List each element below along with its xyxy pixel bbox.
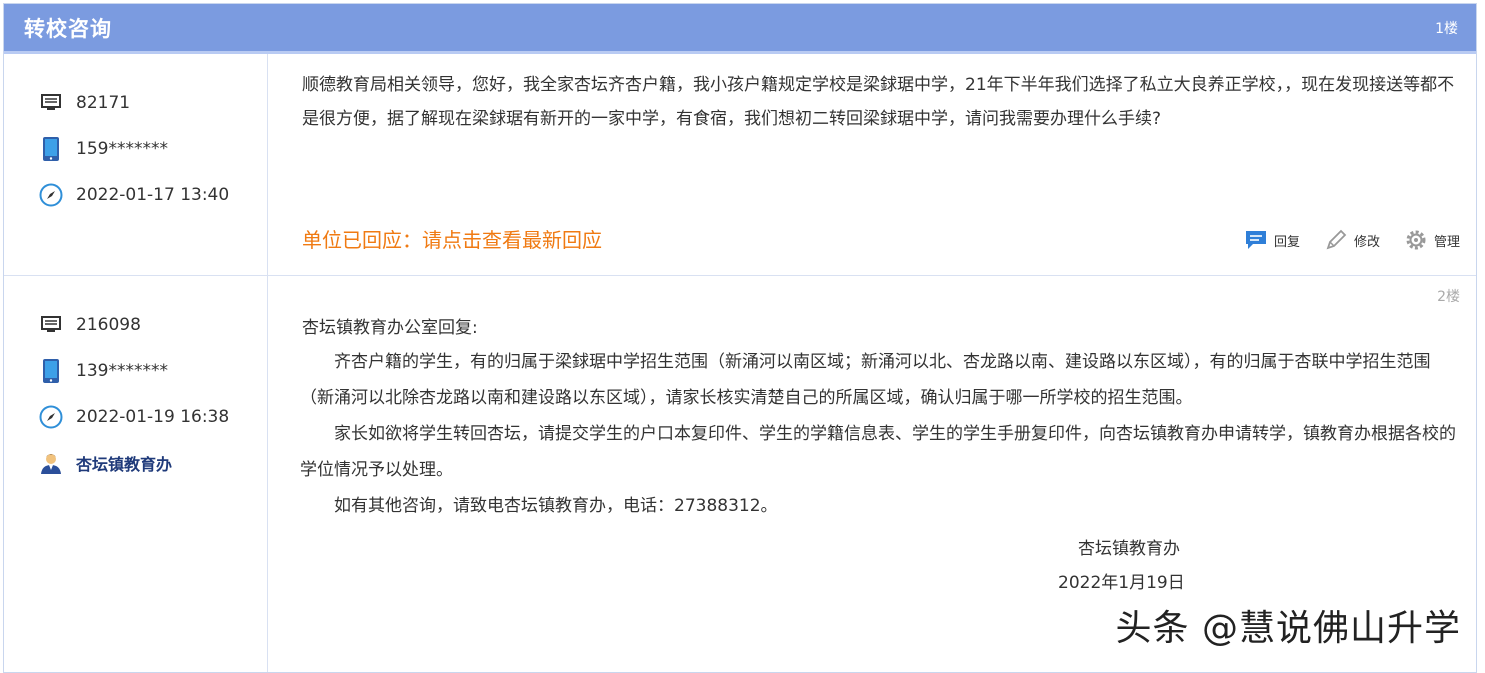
thread-header: 转校咨询 1楼 xyxy=(4,4,1476,54)
compass-icon xyxy=(38,404,64,430)
phone-icon xyxy=(38,136,64,162)
reply-signature: 杏坛镇教育办 xyxy=(302,532,1462,566)
meta-phone: 139******* xyxy=(38,348,267,394)
edit-icon xyxy=(1324,228,1348,252)
post-datetime: 2022-01-17 13:40 xyxy=(76,185,229,205)
reply-signature-date: 2022年1月19日 xyxy=(302,566,1462,600)
floor-number: 2楼 xyxy=(1437,286,1460,306)
poster-id: 82171 xyxy=(76,93,130,113)
reply-heading: 杏坛镇教育办公室回复: xyxy=(302,312,1462,344)
reply-label: 回复 xyxy=(1274,231,1300,250)
post-question: 82171 159******* 2022-01-17 13:40 顺德教育局相… xyxy=(4,54,1476,276)
replier-phone: 139******* xyxy=(76,361,168,381)
meta-phone: 159******* xyxy=(38,126,267,172)
gear-icon xyxy=(1404,228,1428,252)
monitor-icon xyxy=(38,312,64,338)
reply-paragraph: 如有其他咨询，请致电杏坛镇教育办，电话：27388312。 xyxy=(300,488,1462,524)
monitor-icon xyxy=(38,90,64,116)
edit-label: 修改 xyxy=(1354,231,1380,250)
manage-label: 管理 xyxy=(1434,231,1460,250)
replier-id: 216098 xyxy=(76,315,141,335)
latest-response-link[interactable]: 单位已回应：请点击查看最新回应 xyxy=(302,224,602,253)
phone-icon xyxy=(38,358,64,384)
meta-id: 82171 xyxy=(38,80,267,126)
meta-department: 杏坛镇教育办 xyxy=(38,440,267,486)
question-text: 顺德教育局相关领导，您好，我全家杏坛齐杏户籍，我小孩户籍规定学校是梁銶琚中学，2… xyxy=(302,68,1458,136)
reply-meta: 216098 139******* 2022-01-19 16:38 杏坛镇教育… xyxy=(4,276,268,673)
compass-icon xyxy=(38,182,64,208)
meta-datetime: 2022-01-19 16:38 xyxy=(38,394,267,440)
poster-phone: 159******* xyxy=(76,139,168,159)
floor-number: 1楼 xyxy=(1435,18,1458,38)
department-name: 杏坛镇教育办 xyxy=(76,451,172,475)
reply-button[interactable]: 回复 xyxy=(1244,229,1300,251)
reply-paragraph: 家长如欲将学生转回杏坛，请提交学生的户口本复印件、学生的学籍信息表、学生的学生手… xyxy=(300,416,1462,488)
thread-title: 转校咨询 xyxy=(24,13,112,43)
post-meta: 82171 159******* 2022-01-17 13:40 xyxy=(4,54,268,275)
manage-button[interactable]: 管理 xyxy=(1404,228,1460,252)
edit-button[interactable]: 修改 xyxy=(1324,228,1380,252)
user-icon xyxy=(38,450,64,476)
consultation-thread: 转校咨询 1楼 82171 159******* 2022-01-17 xyxy=(3,3,1477,673)
meta-datetime: 2022-01-17 13:40 xyxy=(38,172,267,218)
watermark: 头条 @慧说佛山升学 xyxy=(1116,599,1461,651)
reply-datetime: 2022-01-19 16:38 xyxy=(76,407,229,427)
post-actions: 回复 修改 管理 xyxy=(1220,228,1460,252)
post-content: 顺德教育局相关领导，您好，我全家杏坛齐杏户籍，我小孩户籍规定学校是梁銶琚中学，2… xyxy=(268,54,1476,275)
meta-id: 216098 xyxy=(38,302,267,348)
reply-icon xyxy=(1244,229,1268,251)
reply-paragraph: 齐杏户籍的学生，有的归属于梁銶琚中学招生范围（新涌河以南区域；新涌河以北、杏龙路… xyxy=(300,344,1462,416)
